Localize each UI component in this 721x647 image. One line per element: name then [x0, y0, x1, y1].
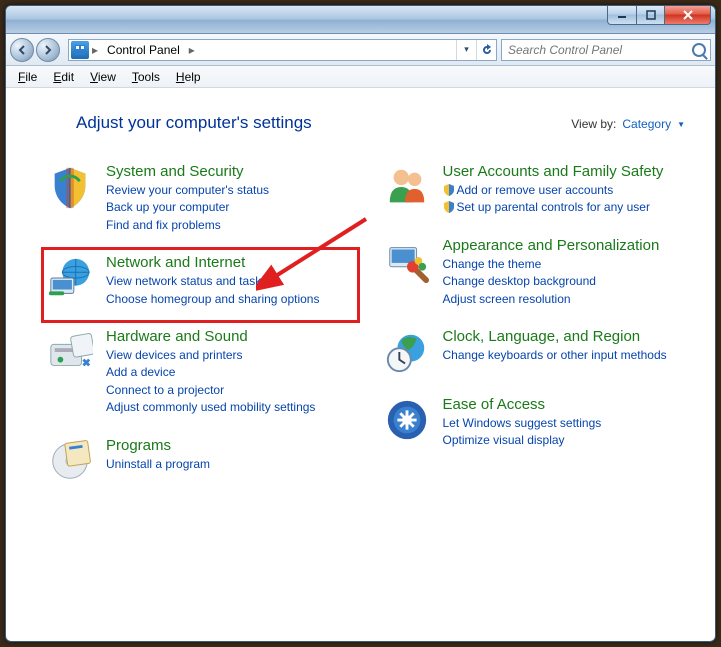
- address-dropdown-button[interactable]: ▾: [456, 40, 476, 60]
- category-title[interactable]: Programs: [106, 437, 355, 454]
- category-columns: System and Security Review your computer'…: [42, 157, 695, 499]
- category-title[interactable]: Ease of Access: [443, 396, 692, 413]
- category-link[interactable]: Uninstall a program: [106, 456, 355, 473]
- view-by-control[interactable]: View by: Category ▼: [571, 117, 685, 131]
- category-link[interactable]: Adjust screen resolution: [443, 291, 692, 308]
- category-icon: [46, 437, 94, 485]
- category-system-and-security: System and Security Review your computer'…: [42, 157, 359, 248]
- category-appearance-and-personalization: Appearance and Personalization Change the…: [379, 231, 696, 322]
- category-title[interactable]: User Accounts and Family Safety: [443, 163, 692, 180]
- category-link[interactable]: Choose homegroup and sharing options: [106, 291, 355, 308]
- category-link[interactable]: Add or remove user accounts: [443, 182, 692, 199]
- category-body: Programs Uninstall a program: [106, 437, 355, 485]
- menu-bar: File Edit View Tools Help: [6, 66, 715, 88]
- content-area: Adjust your computer's settings View by:…: [6, 89, 715, 641]
- category-column: System and Security Review your computer'…: [42, 157, 359, 499]
- window-controls: [607, 5, 711, 25]
- category-body: System and Security Review your computer'…: [106, 163, 355, 234]
- category-body: Appearance and Personalization Change the…: [443, 237, 692, 308]
- category-link[interactable]: Let Windows suggest settings: [443, 415, 692, 432]
- minimize-button[interactable]: [607, 5, 637, 25]
- category-title[interactable]: Appearance and Personalization: [443, 237, 692, 254]
- category-network-and-internet: Network and Internet View network status …: [42, 248, 359, 322]
- category-link[interactable]: Optimize visual display: [443, 432, 692, 449]
- search-input[interactable]: [506, 42, 692, 58]
- category-link[interactable]: Set up parental controls for any user: [443, 199, 692, 216]
- category-link[interactable]: Back up your computer: [106, 199, 355, 216]
- address-bar[interactable]: ▸ Control Panel ▸ ▾: [68, 39, 497, 61]
- category-link[interactable]: Review your computer's status: [106, 182, 355, 199]
- category-clock-language-and-region: Clock, Language, and Region Change keyboa…: [379, 322, 696, 390]
- category-column: User Accounts and Family Safety Add or re…: [379, 157, 696, 499]
- category-title[interactable]: Network and Internet: [106, 254, 355, 271]
- category-link[interactable]: View network status and tasks: [106, 273, 355, 290]
- category-link[interactable]: Connect to a projector: [106, 382, 355, 399]
- category-icon: [383, 237, 431, 285]
- back-button[interactable]: [10, 38, 34, 62]
- category-icon: [383, 396, 431, 444]
- category-hardware-and-sound: Hardware and Sound View devices and print…: [42, 322, 359, 431]
- forward-button[interactable]: [36, 38, 60, 62]
- category-title[interactable]: Clock, Language, and Region: [443, 328, 692, 345]
- chevron-down-icon: ▼: [677, 120, 685, 129]
- category-icon: [46, 328, 94, 376]
- search-box[interactable]: [501, 39, 711, 61]
- view-by-value: Category: [622, 117, 671, 131]
- category-icon: [383, 328, 431, 376]
- search-icon: [692, 43, 706, 57]
- category-ease-of-access: Ease of Access Let Windows suggest settin…: [379, 390, 696, 464]
- menu-tools[interactable]: Tools: [124, 68, 168, 86]
- window: ▸ Control Panel ▸ ▾ File Edit View Tools…: [5, 5, 716, 642]
- category-link[interactable]: Adjust commonly used mobility settings: [106, 399, 355, 416]
- menu-edit[interactable]: Edit: [45, 68, 82, 86]
- category-user-accounts-and-family-safety: User Accounts and Family Safety Add or re…: [379, 157, 696, 231]
- category-link[interactable]: Change the theme: [443, 256, 692, 273]
- category-title[interactable]: System and Security: [106, 163, 355, 180]
- breadcrumb-separator: ▸: [89, 43, 101, 57]
- menu-view[interactable]: View: [82, 68, 124, 86]
- breadcrumb-separator[interactable]: ▸: [186, 43, 198, 57]
- category-body: Ease of Access Let Windows suggest settin…: [443, 396, 692, 450]
- nav-bar: ▸ Control Panel ▸ ▾: [6, 34, 715, 66]
- view-by-label: View by:: [571, 117, 616, 131]
- category-link[interactable]: View devices and printers: [106, 347, 355, 364]
- category-icon: [46, 163, 94, 211]
- category-link[interactable]: Change keyboards or other input methods: [443, 347, 692, 364]
- category-body: Hardware and Sound View devices and print…: [106, 328, 355, 417]
- category-programs: Programs Uninstall a program: [42, 431, 359, 499]
- category-title[interactable]: Hardware and Sound: [106, 328, 355, 345]
- category-body: Network and Internet View network status …: [106, 254, 355, 308]
- category-icon: [46, 254, 94, 302]
- category-link[interactable]: Change desktop background: [443, 273, 692, 290]
- category-link[interactable]: Find and fix problems: [106, 217, 355, 234]
- menu-file[interactable]: File: [10, 68, 45, 86]
- control-panel-icon: [71, 41, 89, 59]
- close-button[interactable]: [665, 5, 711, 25]
- titlebar: [6, 6, 715, 34]
- menu-help[interactable]: Help: [168, 68, 209, 86]
- category-body: Clock, Language, and Region Change keyboa…: [443, 328, 692, 376]
- category-icon: [383, 163, 431, 211]
- page-title: Adjust your computer's settings: [42, 113, 571, 133]
- refresh-button[interactable]: [476, 40, 496, 60]
- breadcrumb-item[interactable]: Control Panel: [101, 43, 186, 57]
- category-body: User Accounts and Family Safety Add or re…: [443, 163, 692, 217]
- maximize-button[interactable]: [637, 5, 665, 25]
- category-link[interactable]: Add a device: [106, 364, 355, 381]
